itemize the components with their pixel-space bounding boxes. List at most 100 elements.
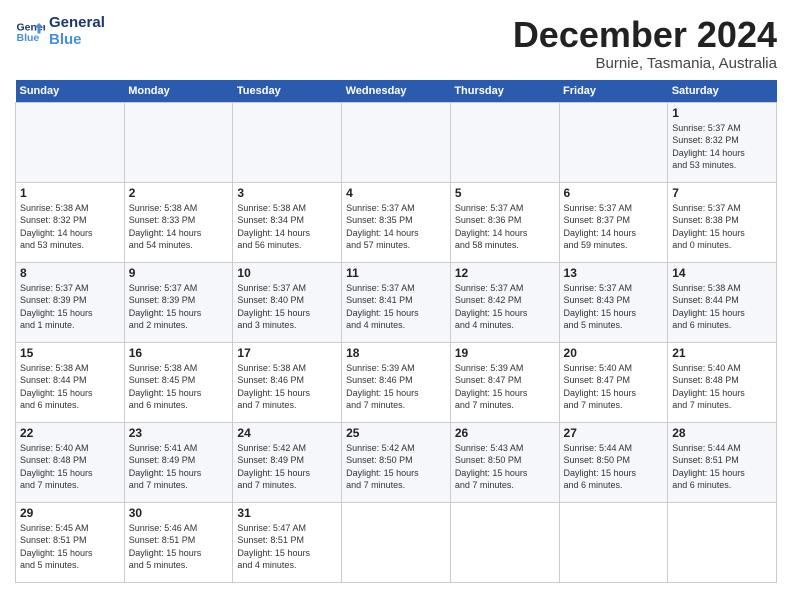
day-info: Sunrise: 5:39 AM Sunset: 8:47 PM Dayligh… (455, 362, 555, 412)
day-info: Sunrise: 5:37 AM Sunset: 8:41 PM Dayligh… (346, 282, 446, 332)
calendar-cell: 21 Sunrise: 5:40 AM Sunset: 8:48 PM Dayli… (668, 342, 777, 422)
calendar-cell: 24Sunrise: 5:42 AM Sunset: 8:49 PM Dayli… (233, 422, 342, 502)
header-monday: Monday (124, 80, 233, 103)
day-info: Sunrise: 5:40 AM Sunset: 8:48 PM Dayligh… (672, 362, 772, 412)
calendar-cell: 25 Sunrise: 5:42 AM Sunset: 8:50 PM Dayli… (342, 422, 451, 502)
day-number: 15 (20, 346, 120, 360)
title-block: December 2024 Burnie, Tasmania, Australi… (513, 15, 777, 72)
day-info: Sunrise: 5:37 AM Sunset: 8:39 PM Dayligh… (20, 282, 120, 332)
calendar-cell: 29 Sunrise: 5:45 AM Sunset: 8:51 PM Dayli… (16, 502, 125, 582)
day-number: 10 (237, 266, 337, 280)
day-number: 30 (129, 506, 229, 520)
day-info: Sunrise: 5:37 AM Sunset: 8:42 PM Dayligh… (455, 282, 555, 332)
logo-icon: General Blue (15, 17, 45, 47)
calendar-cell: 22Sunrise: 5:40 AM Sunset: 8:48 PM Dayli… (16, 422, 125, 502)
day-info: Sunrise: 5:44 AM Sunset: 8:50 PM Dayligh… (564, 442, 664, 492)
calendar-cell: 14 Sunrise: 5:38 AM Sunset: 8:44 PM Dayli… (668, 262, 777, 342)
day-number: 26 (455, 426, 555, 440)
month-title: December 2024 (513, 15, 777, 55)
calendar-cell: 23Sunrise: 5:41 AM Sunset: 8:49 PM Dayli… (124, 422, 233, 502)
calendar-cell: 1 Sunrise: 5:37 AM Sunset: 8:32 PM Daylig… (668, 102, 777, 182)
day-number: 3 (237, 186, 337, 200)
header-tuesday: Tuesday (233, 80, 342, 103)
day-number: 29 (20, 506, 120, 520)
header-sunday: Sunday (16, 80, 125, 103)
day-info: Sunrise: 5:37 AM Sunset: 8:36 PM Dayligh… (455, 202, 555, 252)
day-info: Sunrise: 5:42 AM Sunset: 8:50 PM Dayligh… (346, 442, 446, 492)
day-number: 7 (672, 186, 772, 200)
day-info: Sunrise: 5:40 AM Sunset: 8:48 PM Dayligh… (20, 442, 120, 492)
day-number: 25 (346, 426, 446, 440)
calendar-cell: 31 Sunrise: 5:47 AM Sunset: 8:51 PM Dayli… (233, 502, 342, 582)
day-info: Sunrise: 5:38 AM Sunset: 8:44 PM Dayligh… (20, 362, 120, 412)
header-friday: Friday (559, 80, 668, 103)
calendar-cell: 18 Sunrise: 5:39 AM Sunset: 8:46 PM Dayli… (342, 342, 451, 422)
calendar-cell: 2 Sunrise: 5:38 AM Sunset: 8:33 PM Daylig… (124, 182, 233, 262)
calendar-cell (342, 102, 451, 182)
calendar-cell: 8Sunrise: 5:37 AM Sunset: 8:39 PM Daylig… (16, 262, 125, 342)
day-number: 31 (237, 506, 337, 520)
day-number: 21 (672, 346, 772, 360)
day-info: Sunrise: 5:41 AM Sunset: 8:49 PM Dayligh… (129, 442, 229, 492)
day-number: 16 (129, 346, 229, 360)
day-number: 13 (564, 266, 664, 280)
logo-blue: Blue (49, 32, 105, 49)
day-number: 24 (237, 426, 337, 440)
calendar-cell: 5 Sunrise: 5:37 AM Sunset: 8:36 PM Daylig… (450, 182, 559, 262)
day-info: Sunrise: 5:38 AM Sunset: 8:34 PM Dayligh… (237, 202, 337, 252)
location-subtitle: Burnie, Tasmania, Australia (513, 55, 777, 72)
calendar-cell: 19Sunrise: 5:39 AM Sunset: 8:47 PM Dayli… (450, 342, 559, 422)
calendar-cell (559, 502, 668, 582)
day-info: Sunrise: 5:47 AM Sunset: 8:51 PM Dayligh… (237, 522, 337, 572)
calendar-cell (124, 102, 233, 182)
calendar-cell: 12 Sunrise: 5:37 AM Sunset: 8:42 PM Dayli… (450, 262, 559, 342)
day-number: 5 (455, 186, 555, 200)
day-info: Sunrise: 5:37 AM Sunset: 8:39 PM Dayligh… (129, 282, 229, 332)
day-number: 2 (129, 186, 229, 200)
day-info: Sunrise: 5:38 AM Sunset: 8:33 PM Dayligh… (129, 202, 229, 252)
calendar-cell (668, 502, 777, 582)
calendar-cell (16, 102, 125, 182)
day-info: Sunrise: 5:39 AM Sunset: 8:46 PM Dayligh… (346, 362, 446, 412)
svg-text:Blue: Blue (17, 32, 40, 44)
calendar-table: Sunday Monday Tuesday Wednesday Thursday… (15, 80, 777, 583)
calendar-cell: 1Sunrise: 5:38 AM Sunset: 8:32 PM Daylig… (16, 182, 125, 262)
day-number: 11 (346, 266, 446, 280)
calendar-week-0: 1 Sunrise: 5:37 AM Sunset: 8:32 PM Daylig… (16, 102, 777, 182)
logo-general: General (49, 15, 105, 32)
calendar-cell: 10 Sunrise: 5:37 AM Sunset: 8:40 PM Dayli… (233, 262, 342, 342)
day-info: Sunrise: 5:37 AM Sunset: 8:35 PM Dayligh… (346, 202, 446, 252)
header-wednesday: Wednesday (342, 80, 451, 103)
day-number: 14 (672, 266, 772, 280)
header-thursday: Thursday (450, 80, 559, 103)
day-number: 27 (564, 426, 664, 440)
day-info: Sunrise: 5:37 AM Sunset: 8:32 PM Dayligh… (672, 122, 772, 172)
day-info: Sunrise: 5:38 AM Sunset: 8:44 PM Dayligh… (672, 282, 772, 332)
day-number: 18 (346, 346, 446, 360)
day-number: 28 (672, 426, 772, 440)
day-info: Sunrise: 5:37 AM Sunset: 8:38 PM Dayligh… (672, 202, 772, 252)
calendar-cell (342, 502, 451, 582)
day-info: Sunrise: 5:37 AM Sunset: 8:40 PM Dayligh… (237, 282, 337, 332)
day-number: 1 (20, 186, 120, 200)
day-info: Sunrise: 5:37 AM Sunset: 8:43 PM Dayligh… (564, 282, 664, 332)
day-number: 1 (672, 106, 772, 120)
calendar-cell: 3 Sunrise: 5:38 AM Sunset: 8:34 PM Daylig… (233, 182, 342, 262)
calendar-cell: 6Sunrise: 5:37 AM Sunset: 8:37 PM Daylig… (559, 182, 668, 262)
calendar-week-2: 8Sunrise: 5:37 AM Sunset: 8:39 PM Daylig… (16, 262, 777, 342)
header: General Blue General Blue December 2024 … (15, 15, 777, 72)
day-info: Sunrise: 5:44 AM Sunset: 8:51 PM Dayligh… (672, 442, 772, 492)
day-number: 6 (564, 186, 664, 200)
day-info: Sunrise: 5:46 AM Sunset: 8:51 PM Dayligh… (129, 522, 229, 572)
calendar-cell (450, 102, 559, 182)
page: General Blue General Blue December 2024 … (0, 0, 792, 612)
calendar-cell: 7 Sunrise: 5:37 AM Sunset: 8:38 PM Daylig… (668, 182, 777, 262)
day-info: Sunrise: 5:45 AM Sunset: 8:51 PM Dayligh… (20, 522, 120, 572)
day-number: 12 (455, 266, 555, 280)
calendar-cell: 28 Sunrise: 5:44 AM Sunset: 8:51 PM Dayli… (668, 422, 777, 502)
day-number: 4 (346, 186, 446, 200)
calendar-cell: 15 Sunrise: 5:38 AM Sunset: 8:44 PM Dayli… (16, 342, 125, 422)
calendar-cell: 27 Sunrise: 5:44 AM Sunset: 8:50 PM Dayli… (559, 422, 668, 502)
day-info: Sunrise: 5:43 AM Sunset: 8:50 PM Dayligh… (455, 442, 555, 492)
header-saturday: Saturday (668, 80, 777, 103)
